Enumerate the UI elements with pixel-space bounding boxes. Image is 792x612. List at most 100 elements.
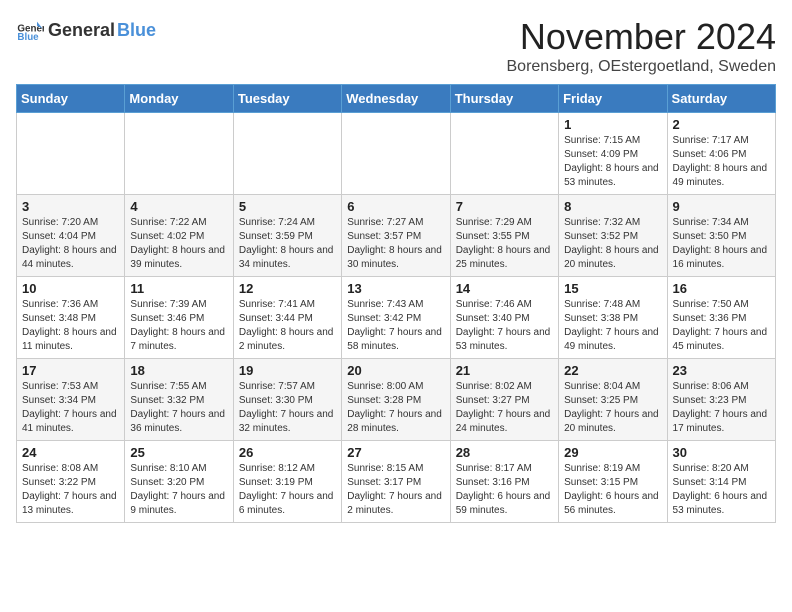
calendar-cell: 29Sunrise: 8:19 AMSunset: 3:15 PMDayligh… (559, 441, 667, 523)
calendar-body: 1 Sunrise: 7:15 AMSunset: 4:09 PMDaylight… (17, 113, 776, 523)
day-info: Sunrise: 7:43 AMSunset: 3:42 PMDaylight:… (347, 298, 444, 354)
day-info: Sunrise: 8:17 AMSunset: 3:16 PMDaylight:… (456, 462, 553, 518)
day-number: 19 (239, 363, 336, 378)
calendar-cell: 23 Sunrise: 8:06 AMSunset: 3:23 PMDayligh… (667, 359, 775, 441)
calendar-cell: 1 Sunrise: 7:15 AMSunset: 4:09 PMDaylight… (559, 113, 667, 195)
calendar-cell: 26Sunrise: 8:12 AMSunset: 3:19 PMDayligh… (233, 441, 341, 523)
calendar-cell (17, 113, 125, 195)
calendar-cell: 20Sunrise: 8:00 AMSunset: 3:28 PMDayligh… (342, 359, 450, 441)
day-number: 1 (564, 117, 661, 132)
week-row-2: 3Sunrise: 7:20 AMSunset: 4:04 PMDaylight… (17, 195, 776, 277)
calendar-cell: 12Sunrise: 7:41 AMSunset: 3:44 PMDayligh… (233, 277, 341, 359)
day-number: 28 (456, 445, 553, 460)
day-info: Sunrise: 7:46 AMSunset: 3:40 PMDaylight:… (456, 298, 553, 354)
day-info: Sunrise: 8:19 AMSunset: 3:15 PMDaylight:… (564, 462, 661, 518)
day-info: Sunrise: 8:20 AMSunset: 3:14 PMDaylight:… (673, 462, 770, 518)
day-number: 7 (456, 199, 553, 214)
day-info: Sunrise: 8:00 AMSunset: 3:28 PMDaylight:… (347, 380, 444, 436)
day-info: Sunrise: 8:10 AMSunset: 3:20 PMDaylight:… (130, 462, 227, 518)
calendar-cell: 25 Sunrise: 8:10 AMSunset: 3:20 PMDayligh… (125, 441, 233, 523)
day-number: 9 (673, 199, 770, 214)
day-number: 2 (673, 117, 770, 132)
day-info: Sunrise: 7:55 AMSunset: 3:32 PMDaylight:… (130, 380, 227, 436)
calendar-cell: 22 Sunrise: 8:04 AMSunset: 3:25 PMDayligh… (559, 359, 667, 441)
day-number: 27 (347, 445, 444, 460)
calendar-cell: 5 Sunrise: 7:24 AMSunset: 3:59 PMDaylight… (233, 195, 341, 277)
week-row-4: 17 Sunrise: 7:53 AMSunset: 3:34 PMDayligh… (17, 359, 776, 441)
day-number: 4 (130, 199, 227, 214)
weekday-wednesday: Wednesday (342, 85, 450, 113)
day-number: 25 (130, 445, 227, 460)
calendar-cell: 3Sunrise: 7:20 AMSunset: 4:04 PMDaylight… (17, 195, 125, 277)
logo-text-general: General (48, 20, 115, 41)
day-number: 5 (239, 199, 336, 214)
day-info: Sunrise: 8:02 AMSunset: 3:27 PMDaylight:… (456, 380, 553, 436)
svg-text:Blue: Blue (17, 32, 39, 43)
calendar-cell: 8Sunrise: 7:32 AMSunset: 3:52 PMDaylight… (559, 195, 667, 277)
calendar-cell: 14 Sunrise: 7:46 AMSunset: 3:40 PMDayligh… (450, 277, 558, 359)
day-number: 24 (22, 445, 119, 460)
calendar-cell: 19Sunrise: 7:57 AMSunset: 3:30 PMDayligh… (233, 359, 341, 441)
calendar-cell: 2Sunrise: 7:17 AMSunset: 4:06 PMDaylight… (667, 113, 775, 195)
calendar-cell: 13 Sunrise: 7:43 AMSunset: 3:42 PMDayligh… (342, 277, 450, 359)
day-info: Sunrise: 8:04 AMSunset: 3:25 PMDaylight:… (564, 380, 661, 436)
weekday-saturday: Saturday (667, 85, 775, 113)
calendar-cell (233, 113, 341, 195)
day-number: 6 (347, 199, 444, 214)
header: General Blue General Blue November 2024 … (16, 16, 776, 76)
day-number: 22 (564, 363, 661, 378)
day-number: 11 (130, 281, 227, 296)
calendar-cell: 6 Sunrise: 7:27 AMSunset: 3:57 PMDaylight… (342, 195, 450, 277)
title-area: November 2024 Borensberg, OEstergoetland… (507, 16, 777, 76)
day-number: 12 (239, 281, 336, 296)
day-number: 23 (673, 363, 770, 378)
calendar-table: SundayMondayTuesdayWednesdayThursdayFrid… (16, 84, 776, 523)
day-info: Sunrise: 7:48 AMSunset: 3:38 PMDaylight:… (564, 298, 661, 354)
calendar-cell (342, 113, 450, 195)
calendar-cell: 11 Sunrise: 7:39 AMSunset: 3:46 PMDayligh… (125, 277, 233, 359)
day-number: 13 (347, 281, 444, 296)
calendar-cell (125, 113, 233, 195)
weekday-thursday: Thursday (450, 85, 558, 113)
day-number: 21 (456, 363, 553, 378)
day-info: Sunrise: 7:15 AMSunset: 4:09 PMDaylight:… (564, 134, 661, 190)
calendar-cell: 27 Sunrise: 8:15 AMSunset: 3:17 PMDayligh… (342, 441, 450, 523)
calendar-cell: 16 Sunrise: 7:50 AMSunset: 3:36 PMDayligh… (667, 277, 775, 359)
main-title: November 2024 (507, 16, 777, 58)
day-number: 16 (673, 281, 770, 296)
week-row-3: 10Sunrise: 7:36 AMSunset: 3:48 PMDayligh… (17, 277, 776, 359)
weekday-header-row: SundayMondayTuesdayWednesdayThursdayFrid… (17, 85, 776, 113)
day-info: Sunrise: 7:24 AMSunset: 3:59 PMDaylight:… (239, 216, 336, 272)
week-row-1: 1 Sunrise: 7:15 AMSunset: 4:09 PMDaylight… (17, 113, 776, 195)
calendar-cell: 15Sunrise: 7:48 AMSunset: 3:38 PMDayligh… (559, 277, 667, 359)
day-info: Sunrise: 7:27 AMSunset: 3:57 PMDaylight:… (347, 216, 444, 272)
calendar-cell: 7Sunrise: 7:29 AMSunset: 3:55 PMDaylight… (450, 195, 558, 277)
day-number: 30 (673, 445, 770, 460)
calendar-cell: 18Sunrise: 7:55 AMSunset: 3:32 PMDayligh… (125, 359, 233, 441)
weekday-friday: Friday (559, 85, 667, 113)
calendar-cell: 24Sunrise: 8:08 AMSunset: 3:22 PMDayligh… (17, 441, 125, 523)
day-info: Sunrise: 7:34 AMSunset: 3:50 PMDaylight:… (673, 216, 770, 272)
calendar-header: SundayMondayTuesdayWednesdayThursdayFrid… (17, 85, 776, 113)
logo-icon: General Blue (16, 16, 44, 44)
day-number: 3 (22, 199, 119, 214)
calendar-cell: 4 Sunrise: 7:22 AMSunset: 4:02 PMDaylight… (125, 195, 233, 277)
day-info: Sunrise: 8:06 AMSunset: 3:23 PMDaylight:… (673, 380, 770, 436)
day-number: 26 (239, 445, 336, 460)
calendar-cell: 30 Sunrise: 8:20 AMSunset: 3:14 PMDayligh… (667, 441, 775, 523)
day-info: Sunrise: 7:53 AMSunset: 3:34 PMDaylight:… (22, 380, 119, 436)
calendar-cell: 10Sunrise: 7:36 AMSunset: 3:48 PMDayligh… (17, 277, 125, 359)
day-number: 17 (22, 363, 119, 378)
day-number: 14 (456, 281, 553, 296)
calendar-cell: 21 Sunrise: 8:02 AMSunset: 3:27 PMDayligh… (450, 359, 558, 441)
day-info: Sunrise: 7:22 AMSunset: 4:02 PMDaylight:… (130, 216, 227, 272)
day-info: Sunrise: 7:39 AMSunset: 3:46 PMDaylight:… (130, 298, 227, 354)
weekday-sunday: Sunday (17, 85, 125, 113)
day-info: Sunrise: 8:15 AMSunset: 3:17 PMDaylight:… (347, 462, 444, 518)
logo-text-blue: Blue (117, 20, 156, 41)
day-info: Sunrise: 7:50 AMSunset: 3:36 PMDaylight:… (673, 298, 770, 354)
subtitle: Borensberg, OEstergoetland, Sweden (507, 58, 777, 76)
calendar-cell: 28 Sunrise: 8:17 AMSunset: 3:16 PMDayligh… (450, 441, 558, 523)
week-row-5: 24Sunrise: 8:08 AMSunset: 3:22 PMDayligh… (17, 441, 776, 523)
calendar-cell: 17 Sunrise: 7:53 AMSunset: 3:34 PMDayligh… (17, 359, 125, 441)
